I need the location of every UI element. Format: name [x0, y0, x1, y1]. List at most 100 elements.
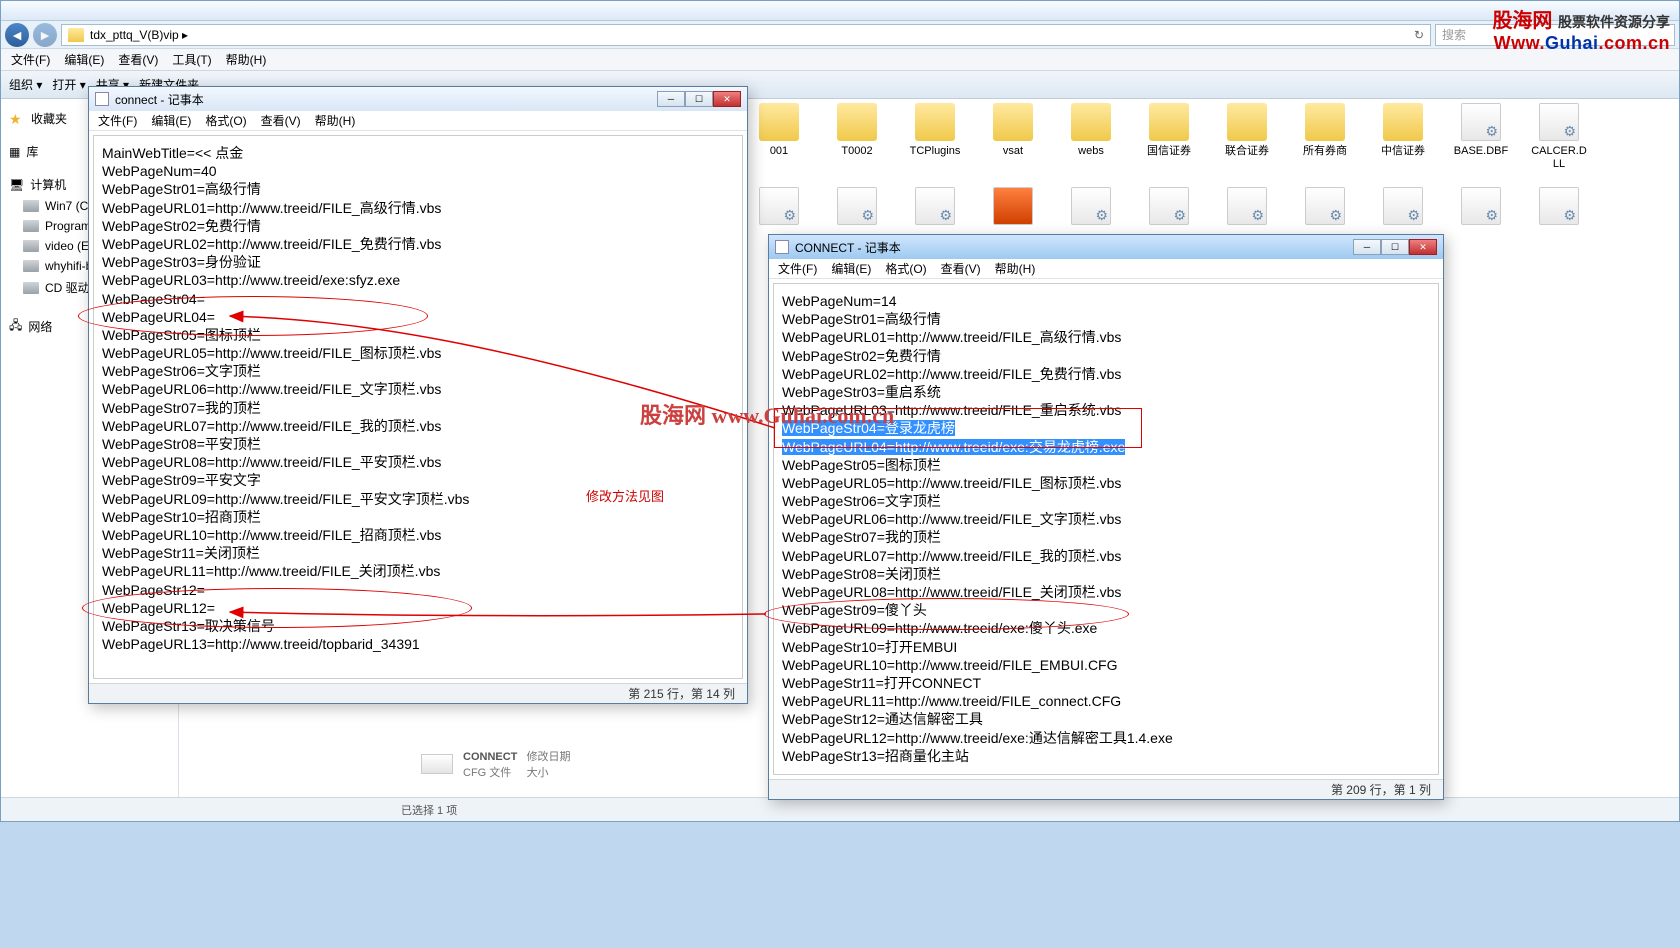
address-field[interactable]: tdx_pttq_V(B)vip ▸ ↻ [61, 24, 1431, 46]
menu-tools[interactable]: 工具(T) [166, 49, 217, 70]
file-icon [1305, 187, 1345, 225]
menu-view[interactable]: 查看(V) [936, 259, 986, 278]
minimize-button[interactable]: ─ [657, 91, 685, 107]
text-area[interactable]: WebPageNum=14 WebPageStr01=高级行情 WebPageU… [773, 283, 1439, 775]
star-icon: ★ [9, 111, 25, 127]
minimize-button[interactable]: ─ [1353, 239, 1381, 255]
folder-icon [1149, 103, 1189, 141]
file-item[interactable] [1061, 187, 1121, 225]
details-file: CONNECT 修改日期 CFG 文件 大小 [421, 748, 571, 780]
nav-back-button[interactable]: ◄ [5, 23, 29, 47]
file-icon [1071, 187, 1111, 225]
address-bar: ◄ ► tdx_pttq_V(B)vip ▸ ↻ 搜索 [1, 21, 1679, 49]
file-item[interactable] [905, 187, 965, 225]
titlebar[interactable]: CONNECT - 记事本 ─ ☐ ✕ [769, 235, 1443, 259]
notepad-icon [95, 92, 109, 106]
folder-item[interactable]: webs [1061, 103, 1121, 171]
file-item[interactable]: CALCER.DLL [1529, 103, 1589, 171]
folder-icon [759, 103, 799, 141]
window-title: CONNECT - 记事本 [795, 239, 901, 256]
tb-organize[interactable]: 组织 ▾ [9, 76, 42, 93]
menu-format[interactable]: 格式(O) [880, 259, 931, 278]
file-item[interactable] [1529, 187, 1589, 225]
folder-icon [837, 103, 877, 141]
icon-row: 001 T0002 TCPlugins vsat webs 国信证券 联合证券 … [749, 103, 1589, 171]
folder-icon [68, 28, 84, 42]
file-icon [915, 187, 955, 225]
menu-help[interactable]: 帮助(H) [310, 111, 361, 130]
menu-edit[interactable]: 编辑(E) [826, 259, 876, 278]
menubar: 文件(F) 编辑(E) 格式(O) 查看(V) 帮助(H) [769, 259, 1443, 279]
file-item[interactable] [983, 187, 1043, 225]
folder-icon [1227, 103, 1267, 141]
refresh-icon[interactable]: ↻ [1414, 28, 1424, 42]
tb-open[interactable]: 打开 ▾ [52, 76, 85, 93]
notepad-window-right: CONNECT - 记事本 ─ ☐ ✕ 文件(F) 编辑(E) 格式(O) 查看… [768, 234, 1444, 800]
file-icon [1149, 187, 1189, 225]
menu-format[interactable]: 格式(O) [200, 111, 251, 130]
statusbar: 第 209 行，第 1 列 [769, 779, 1443, 799]
folder-item[interactable]: 001 [749, 103, 809, 171]
notepad-icon [775, 240, 789, 254]
menu-edit[interactable]: 编辑(E) [58, 49, 110, 70]
menu-view[interactable]: 查看(V) [256, 111, 306, 130]
file-item[interactable] [1139, 187, 1199, 225]
titlebar[interactable]: connect - 记事本 ─ ☐ ✕ [89, 87, 747, 111]
nav-forward-button[interactable]: ► [33, 23, 57, 47]
folder-item[interactable]: 中信证券 [1373, 103, 1433, 171]
file-icon [759, 187, 799, 225]
notepad-window-left: connect - 记事本 ─ ☐ ✕ 文件(F) 编辑(E) 格式(O) 查看… [88, 86, 748, 704]
folder-item[interactable]: 所有券商 [1295, 103, 1355, 171]
file-icon [837, 187, 877, 225]
icon-row [749, 187, 1589, 225]
drive-icon [23, 220, 39, 232]
menu-help[interactable]: 帮助(H) [990, 259, 1041, 278]
file-type-icon [421, 754, 453, 774]
maximize-button[interactable]: ☐ [1381, 239, 1409, 255]
file-item[interactable]: BASE.DBF [1451, 103, 1511, 171]
menu-file[interactable]: 文件(F) [5, 49, 56, 70]
explorer-details-pane: CONNECT 修改日期 CFG 文件 大小 已选择 1 项 [1, 797, 1679, 821]
file-item[interactable] [749, 187, 809, 225]
selection-status: 已选择 1 项 [401, 802, 457, 818]
cursor-position: 第 209 行，第 1 列 [1331, 781, 1431, 798]
menu-file[interactable]: 文件(F) [773, 259, 822, 278]
menu-help[interactable]: 帮助(H) [220, 49, 273, 70]
watermark: 股海网 www.Guhai.com.cn [640, 398, 894, 430]
file-item[interactable] [1295, 187, 1355, 225]
folder-item[interactable]: 联合证券 [1217, 103, 1277, 171]
explorer-titlebar [1, 1, 1679, 21]
close-button[interactable]: ✕ [1409, 239, 1437, 255]
breadcrumb[interactable]: tdx_pttq_V(B)vip ▸ [90, 28, 188, 42]
file-icon [1383, 187, 1423, 225]
maximize-button[interactable]: ☐ [685, 91, 713, 107]
folder-icon [1071, 103, 1111, 141]
file-icon [993, 187, 1033, 225]
menu-view[interactable]: 查看(V) [112, 49, 164, 70]
file-icon [1461, 103, 1501, 141]
file-item[interactable] [1217, 187, 1277, 225]
file-icon [1539, 103, 1579, 141]
folder-item[interactable]: T0002 [827, 103, 887, 171]
network-icon: 🖧 [9, 316, 22, 337]
menubar: 文件(F) 编辑(E) 格式(O) 查看(V) 帮助(H) [89, 111, 747, 131]
drive-icon [23, 200, 39, 212]
drive-icon [23, 282, 39, 294]
menu-file[interactable]: 文件(F) [93, 111, 142, 130]
folder-item[interactable]: vsat [983, 103, 1043, 171]
file-item[interactable] [1373, 187, 1433, 225]
computer-icon: 🖥 [9, 178, 24, 192]
file-item[interactable] [827, 187, 887, 225]
window-title: connect - 记事本 [115, 91, 204, 108]
folder-icon [1305, 103, 1345, 141]
folder-icon [915, 103, 955, 141]
cursor-position: 第 215 行，第 14 列 [628, 685, 735, 702]
file-icon [1227, 187, 1267, 225]
drive-icon [23, 260, 39, 272]
folder-item[interactable]: TCPlugins [905, 103, 965, 171]
folder-item[interactable]: 国信证券 [1139, 103, 1199, 171]
file-icon [1461, 187, 1501, 225]
file-item[interactable] [1451, 187, 1511, 225]
menu-edit[interactable]: 编辑(E) [146, 111, 196, 130]
close-button[interactable]: ✕ [713, 91, 741, 107]
